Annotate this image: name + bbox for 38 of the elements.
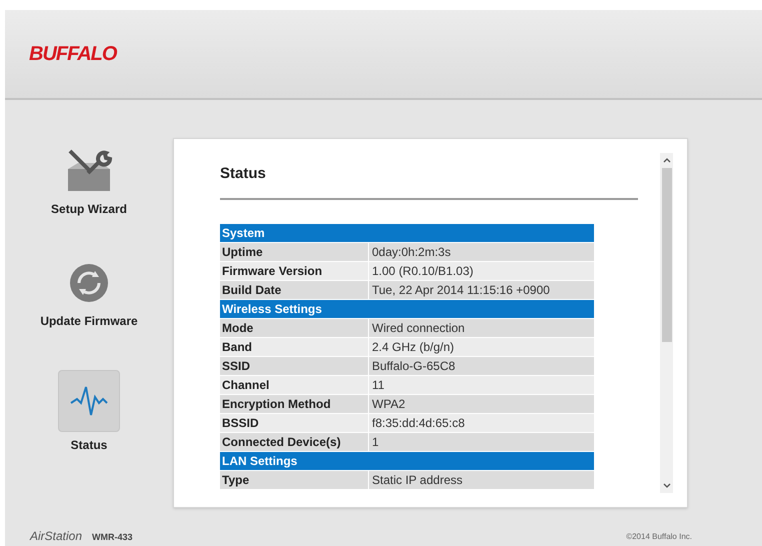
- table-cell: f8:35:dd:4d:65:c8: [369, 414, 594, 432]
- scrollbar[interactable]: [660, 153, 673, 493]
- table-cell: Channel: [220, 376, 368, 394]
- sidebar-item[interactable]: Update Firmware: [40, 258, 138, 330]
- brand-logo: BUFFALO: [29, 42, 116, 67]
- table-cell: 2.4 GHz (b/g/n): [369, 338, 594, 356]
- pulse-icon: [69, 385, 109, 417]
- page-title: Status: [220, 164, 267, 184]
- table-cell: Type: [220, 470, 368, 488]
- table-cell: 11: [369, 376, 594, 394]
- table-cell: BSSID: [220, 414, 368, 432]
- model-name: WMR-433: [92, 530, 133, 544]
- table-cell: Connected Device(s): [220, 432, 368, 450]
- section-header: System: [220, 224, 594, 242]
- table-cell: Wired connection: [369, 318, 594, 336]
- table-cell: Firmware Version: [220, 262, 368, 280]
- table-cell: Mode: [220, 318, 368, 336]
- table-cell: Tue, 22 Apr 2014 11:15:16 +0900: [369, 280, 594, 298]
- table-cell: Build Date: [220, 280, 368, 298]
- table-cell: 1.00 (R0.10/B1.03): [369, 262, 594, 280]
- table-cell: Buffalo-G-65C8: [369, 356, 594, 374]
- copyright-text: ©2014 Buffalo Inc.: [626, 531, 692, 543]
- table-cell: Uptime: [220, 242, 368, 260]
- scrollbar-thumb[interactable]: [662, 168, 672, 342]
- refresh-icon: [68, 263, 109, 303]
- table-cell: Encryption Method: [220, 394, 368, 412]
- table-cell: Band: [220, 338, 368, 356]
- scroll-up-icon[interactable]: [662, 158, 670, 163]
- table-cell: SSID: [220, 356, 368, 374]
- section-header: LAN Settings: [220, 452, 594, 470]
- table-cell: Static IP address: [369, 470, 594, 488]
- product-logo: AirStation: [30, 528, 82, 545]
- table-cell: WPA2: [369, 394, 594, 412]
- sidebar-item[interactable]: Setup Wizard: [51, 146, 127, 218]
- section-header: Wireless Settings: [220, 300, 594, 318]
- table-cell: 0day:0h:2m:3s: [369, 242, 594, 260]
- table-cell: 1: [369, 432, 594, 450]
- scroll-down-icon[interactable]: [662, 483, 670, 488]
